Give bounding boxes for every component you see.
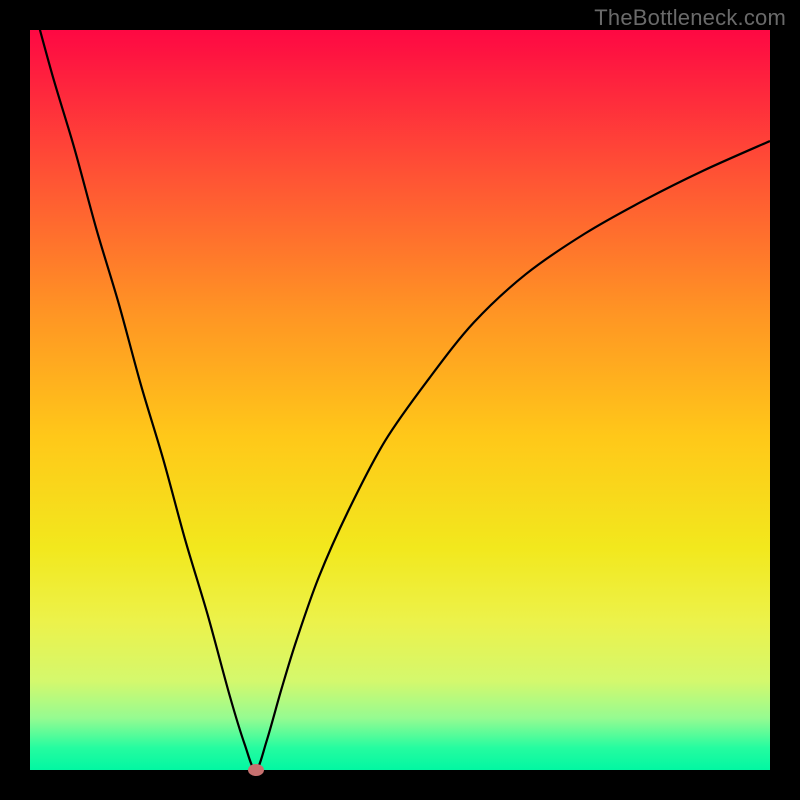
minimum-marker	[248, 764, 264, 776]
curve-path	[30, 30, 770, 770]
chart-curve-svg	[30, 30, 770, 770]
chart-plot-area	[30, 30, 770, 770]
watermark-text: TheBottleneck.com	[594, 5, 786, 31]
